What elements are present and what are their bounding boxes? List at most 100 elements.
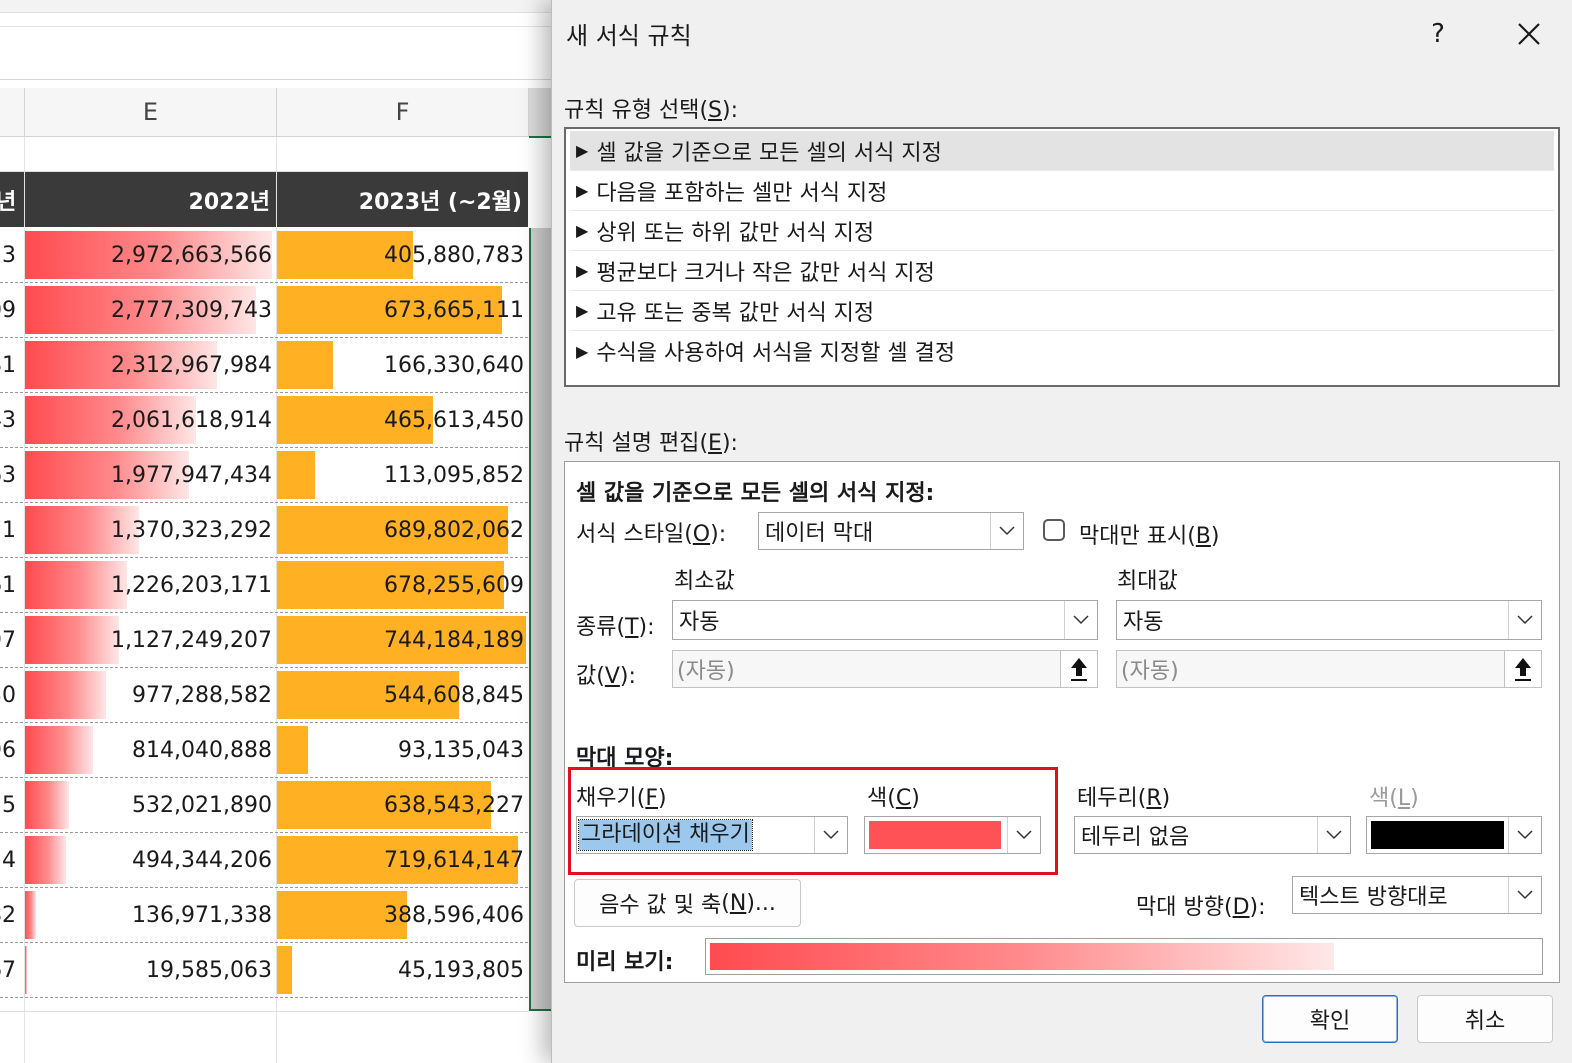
cell-2022[interactable]: 19,585,063 [25, 944, 276, 996]
new-format-rule-dialog: 새 서식 규칙 ? 규칙 유형 선택(S): ▶ 셀 값을 기준으로 모든 셀의 … [551, 0, 1572, 1063]
bar-direction-select[interactable]: 텍스트 방향대로 [1292, 876, 1542, 914]
cell-2023[interactable]: 719,614,147 [277, 834, 528, 886]
cell-prev-year[interactable]: 96 [0, 724, 22, 776]
preview-label: 미리 보기: [576, 950, 674, 975]
rule-type-list[interactable]: ▶ 셀 값을 기준으로 모든 셀의 서식 지정 ▶ 다음을 포함하는 셀만 서식 지… [564, 127, 1560, 387]
cell-prev-year[interactable]: 23 [0, 229, 22, 281]
fill-label: 채우기(F) [576, 786, 667, 811]
border-color-picker[interactable] [1366, 816, 1542, 854]
fill-select[interactable]: 그라데이션 채우기 [576, 816, 848, 854]
cell-2022[interactable]: 2,312,967,984 [25, 339, 276, 391]
negative-axis-button[interactable]: 음수 값 및 축(N)... [574, 879, 801, 927]
value-label: 값(V): [576, 664, 636, 689]
cell-2023[interactable]: 673,665,111 [277, 284, 528, 336]
fill-color-picker[interactable] [864, 816, 1041, 854]
cell-2022[interactable]: 1,977,947,434 [25, 449, 276, 501]
cell-prev-year[interactable]: 82 [0, 889, 22, 941]
rule-type-item[interactable]: ▶ 셀 값을 기준으로 모든 셀의 서식 지정 [570, 131, 1554, 171]
data-bar [25, 891, 36, 939]
cell-2022[interactable]: 2,777,309,743 [25, 284, 276, 336]
collapse-dialog-icon[interactable] [1504, 651, 1541, 687]
cell-2022[interactable]: 1,370,323,292 [25, 504, 276, 556]
triangle-right-icon: ▶ [576, 261, 589, 280]
column-header-e[interactable]: E [25, 88, 277, 137]
cell-2022[interactable]: 814,040,888 [25, 724, 276, 776]
table-row: 14494,344,206719,614,147 [0, 833, 528, 888]
data-bar [277, 946, 292, 994]
cell-prev-year[interactable]: 55 [0, 779, 22, 831]
column-header-d[interactable] [0, 88, 25, 137]
max-type-select[interactable]: 자동 [1116, 600, 1542, 640]
border-label: 테두리(R) [1077, 786, 1171, 811]
cell-2023[interactable]: 45,193,805 [277, 944, 528, 996]
cell-prev-year[interactable]: 71 [0, 504, 22, 556]
cell-2023[interactable]: 744,184,189 [277, 614, 528, 666]
cell-2023[interactable]: 678,255,609 [277, 559, 528, 611]
cell-prev-year[interactable]: 61 [0, 559, 22, 611]
triangle-right-icon: ▶ [576, 181, 589, 200]
selection-border [529, 228, 531, 1011]
cell-prev-year[interactable]: 67 [0, 944, 22, 996]
rule-type-item[interactable]: ▶ 다음을 포함하는 셀만 서식 지정 [570, 171, 1554, 211]
cell-2023[interactable]: 113,095,852 [277, 449, 528, 501]
close-icon [1518, 23, 1540, 45]
table-header-2023[interactable]: 2023년 (~2월) [277, 172, 528, 227]
cell-prev-year[interactable]: 09 [0, 284, 22, 336]
cell-2023[interactable]: 405,880,783 [277, 229, 528, 281]
max-value-input[interactable]: (자동) [1116, 650, 1542, 688]
cell-2023[interactable]: 388,596,406 [277, 889, 528, 941]
cell-prev-year[interactable]: 30 [0, 669, 22, 721]
preview-bar [710, 943, 1334, 970]
fill-color-label: 색(C) [867, 786, 920, 811]
formula-bar[interactable] [0, 26, 560, 80]
collapse-dialog-icon[interactable] [1060, 651, 1097, 687]
data-bar [277, 341, 333, 389]
cell-2023[interactable]: 166,330,640 [277, 339, 528, 391]
cell-prev-year[interactable]: 81 [0, 339, 22, 391]
border-color-swatch [1371, 821, 1504, 849]
help-button[interactable]: ? [1420, 14, 1456, 54]
min-type-select[interactable]: 자동 [672, 600, 1098, 640]
cell-2022[interactable]: 1,127,249,207 [25, 614, 276, 666]
min-value-input[interactable]: (자동) [672, 650, 1098, 688]
cell-prev-year[interactable]: 14 [0, 834, 22, 886]
bar-only-label[interactable]: 막대만 표시(B) [1079, 518, 1219, 550]
rule-type-item[interactable]: ▶ 고유 또는 중복 값만 서식 지정 [570, 291, 1554, 331]
table-row: 96814,040,88893,135,043 [0, 723, 528, 778]
cell-2022[interactable]: 1,226,203,171 [25, 559, 276, 611]
table-header-2022[interactable]: 2022년 [25, 172, 276, 227]
cell-2023[interactable]: 638,543,227 [277, 779, 528, 831]
bar-only-checkbox[interactable] [1043, 519, 1065, 541]
cell-prev-year[interactable]: 43 [0, 394, 22, 446]
cell-2022[interactable]: 2,972,663,566 [25, 229, 276, 281]
cell-2023[interactable]: 93,135,043 [277, 724, 528, 776]
cell-2022[interactable]: 532,021,890 [25, 779, 276, 831]
cell-2023[interactable]: 689,802,062 [277, 504, 528, 556]
table-row: 55532,021,890638,543,227 [0, 778, 528, 833]
table-row: 971,127,249,207744,184,189 [0, 613, 528, 668]
rule-type-item[interactable]: ▶ 평균보다 크거나 작은 값만 서식 지정 [570, 251, 1554, 291]
table-row: 092,777,309,743673,665,111 [0, 283, 528, 338]
cell-2022[interactable]: 977,288,582 [25, 669, 276, 721]
rule-type-item[interactable]: ▶ 상위 또는 하위 값만 서식 지정 [570, 211, 1554, 251]
cancel-button[interactable]: 취소 [1417, 995, 1553, 1043]
column-header-f[interactable]: F [277, 88, 529, 137]
cell-2022[interactable]: 2,061,618,914 [25, 394, 276, 446]
bar-direction-label: 막대 방향(D): [1136, 895, 1266, 920]
border-select[interactable]: 테두리 없음 [1074, 816, 1351, 854]
ok-button[interactable]: 확인 [1262, 995, 1398, 1043]
rule-type-item[interactable]: ▶ 수식을 사용하여 서식을 지정할 셀 결정 [570, 331, 1554, 371]
cell-prev-year[interactable]: 63 [0, 449, 22, 501]
cell-2022[interactable]: 494,344,206 [25, 834, 276, 886]
cell-prev-year[interactable]: 97 [0, 614, 22, 666]
triangle-right-icon: ▶ [576, 341, 589, 361]
table-header-prev-year[interactable]: 년 [0, 172, 24, 227]
table-row: 631,977,947,434113,095,852 [0, 448, 528, 503]
chevron-down-icon [1317, 817, 1350, 853]
cell-2023[interactable]: 544,608,845 [277, 669, 528, 721]
close-button[interactable] [1509, 14, 1549, 54]
format-style-select[interactable]: 데이터 막대 [758, 512, 1024, 550]
chevron-down-icon [1508, 817, 1541, 853]
cell-2022[interactable]: 136,971,338 [25, 889, 276, 941]
cell-2023[interactable]: 465,613,450 [277, 394, 528, 446]
